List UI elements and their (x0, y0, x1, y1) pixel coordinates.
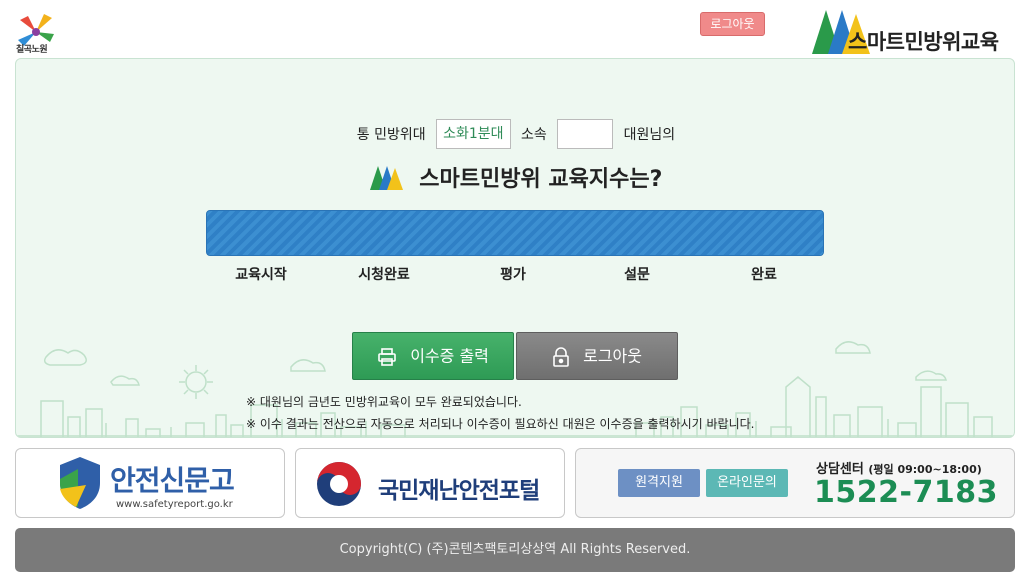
logout-button[interactable]: 로그아웃 (516, 332, 678, 380)
brand-name: 스마트민방위교육 (848, 30, 999, 54)
support-center-phone: 1522-7183 (814, 475, 998, 510)
top-bar: 칠곡노원 로그아웃 스마트민방위교육 (0, 0, 1029, 58)
unit-suffix: 대원님의 (623, 127, 676, 143)
main-panel: 통 민방위대 소화1분대 소속 대원님의 스마트민방위 교육지수는? 교육시작 시… (15, 58, 1015, 438)
footer-copyright: Copyright(C) (주)콘텐츠팩토리상상역 All Rights Res… (15, 528, 1015, 572)
printer-icon (378, 347, 396, 366)
online-inquiry-button[interactable]: 온라인문의 (706, 469, 788, 497)
print-certificate-label: 이수증 출력 (410, 346, 489, 366)
safety-report-name: 안전신문고 (110, 464, 235, 497)
unit-info-line: 통 민방위대 소화1분대 소속 대원님의 (16, 119, 1014, 149)
notice-certificate: ※ 이수 결과는 전산으로 자동으로 처리되나 이수증이 필요하신 대원은 이수… (246, 417, 755, 431)
lock-icon (553, 346, 569, 367)
brand-mountain-icon (369, 166, 403, 190)
unit-prefix: 통 민방위대 (356, 127, 426, 143)
affiliation-label: 소속 (521, 127, 547, 143)
taegeuk-icon (317, 462, 361, 506)
safety-shield-icon (60, 457, 100, 509)
print-certificate-button[interactable]: 이수증 출력 (352, 332, 514, 380)
city-logo-text: 칠곡노원 (16, 45, 48, 55)
progress-step: 완료 (751, 267, 777, 283)
progress-step: 설문 (624, 267, 650, 283)
education-index-title: 스마트민방위 교육지수는? (16, 161, 1014, 193)
education-progress-bar (206, 210, 824, 256)
progress-step: 평가 (500, 267, 526, 283)
safety-report-url: www.safetyreport.go.kr (116, 499, 233, 510)
support-center-banner: 원격지원 온라인문의 상담센터 (평일 09:00~18:00) 1522-71… (575, 448, 1015, 518)
logout-top-button[interactable]: 로그아웃 (700, 12, 765, 36)
disaster-portal-name: 국민재난안전포털 (378, 478, 540, 504)
remote-support-button[interactable]: 원격지원 (618, 469, 700, 497)
affiliation-box (557, 119, 614, 149)
progress-steps: 교육시작 시청완료 평가 설문 완료 (206, 264, 824, 284)
safety-report-banner[interactable]: 안전신문고 www.safetyreport.go.kr (15, 448, 285, 518)
notice-complete: ※ 대원님의 금년도 민방위교육이 모두 완료되었습니다. (246, 395, 522, 409)
logout-label: 로그아웃 (583, 346, 642, 366)
index-title-text: 스마트민방위 교육지수는? (419, 167, 663, 192)
unit-name-box: 소화1분대 (436, 119, 511, 149)
disaster-portal-banner[interactable]: 국민재난안전포털 (295, 448, 565, 518)
education-progress-fill (207, 211, 823, 255)
progress-step: 교육시작 (235, 267, 287, 283)
progress-step: 시청완료 (358, 267, 410, 283)
